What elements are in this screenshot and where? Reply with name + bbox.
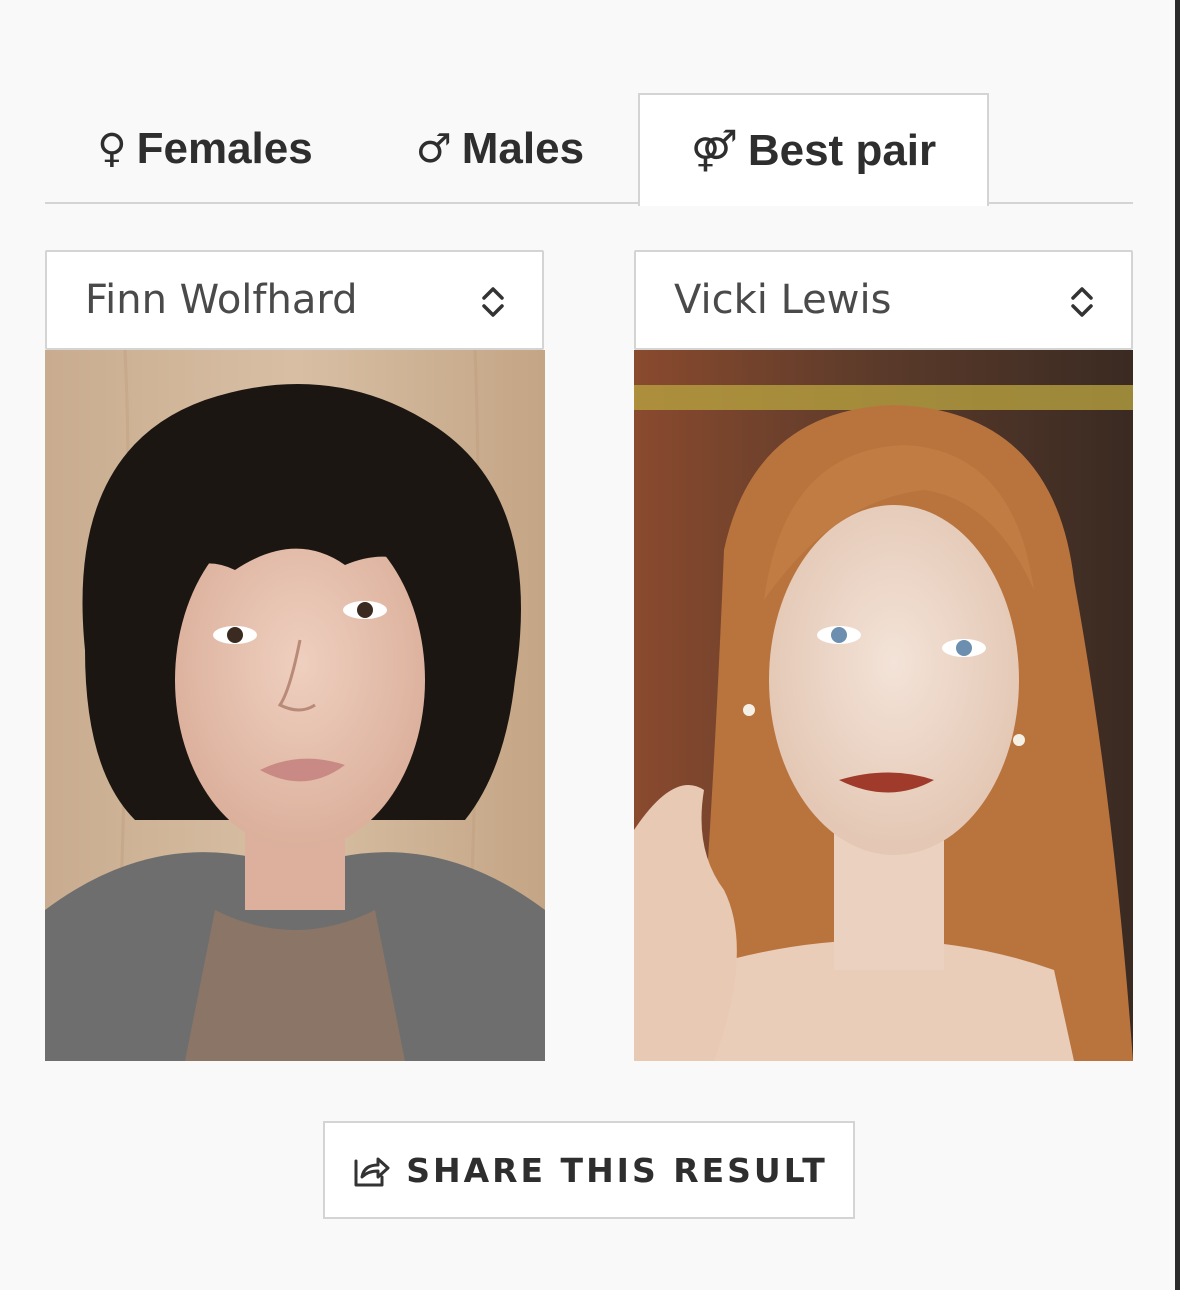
left-person-select-value: Finn Wolfhard (85, 277, 358, 323)
tab-best-pair-label: Best pair (747, 125, 937, 175)
share-result-button[interactable]: SHARE THIS RESULT (323, 1121, 855, 1219)
chevron-updown-icon (482, 287, 504, 317)
page: ♀ Females ♂ Males ⚤ Best pair Finn Wolfh… (0, 0, 1180, 1290)
tab-males-label: Males (461, 123, 585, 173)
left-person-photo (45, 350, 545, 1061)
tab-bar: ♀ Females ♂ Males ⚤ Best pair (45, 93, 1133, 206)
chevron-updown-icon (1071, 287, 1093, 317)
tab-males[interactable]: ♂ Males (405, 93, 595, 204)
left-person-select[interactable]: Finn Wolfhard (45, 250, 544, 350)
tab-females-label: Females (136, 123, 313, 173)
share-icon (354, 1157, 390, 1187)
window-edge (1175, 0, 1180, 1290)
right-person-select[interactable]: Vicki Lewis (634, 250, 1133, 350)
male-symbol-icon: ♂ (415, 125, 452, 172)
right-person-photo (634, 350, 1134, 1061)
share-result-label: SHARE THIS RESULT (406, 1150, 828, 1190)
right-person-select-value: Vicki Lewis (674, 277, 892, 323)
female-symbol-icon: ♀ (97, 125, 127, 172)
pair-symbol-icon: ⚤ (690, 127, 738, 174)
tab-females[interactable]: ♀ Females (85, 93, 325, 204)
tab-best-pair[interactable]: ⚤ Best pair (638, 93, 989, 206)
